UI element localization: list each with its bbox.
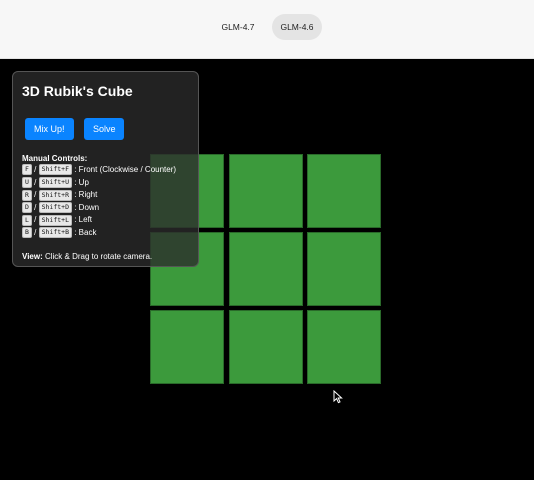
control-description: : Left: [74, 215, 93, 225]
cube-sticker: [229, 232, 303, 306]
control-row-down: D / Shift+D : Down: [22, 202, 189, 215]
control-row-right: R / Shift+R : Right: [22, 189, 189, 202]
key-badge: B: [22, 227, 32, 239]
view-label: View:: [22, 251, 43, 261]
control-description: : Down: [74, 202, 100, 212]
view-hint: View: Click & Drag to rotate camera.: [22, 252, 189, 261]
key-badge: F: [22, 164, 32, 176]
control-row-left: L / Shift+L : Left: [22, 214, 189, 227]
shift-key-badge: Shift+U: [38, 176, 72, 188]
shift-key-badge: Shift+F: [38, 164, 72, 176]
top-tab-bar: GLM-4.7 GLM-4.6: [0, 0, 534, 59]
panel-title: 3D Rubik's Cube: [22, 83, 133, 99]
key-badge: D: [22, 202, 32, 214]
solve-button[interactable]: Solve: [83, 118, 125, 140]
control-description: : Front (Clockwise / Counter): [74, 165, 177, 174]
shift-key-badge: Shift+B: [38, 227, 72, 239]
cube-sticker: [307, 154, 381, 228]
control-row-up: U / Shift+U : Up: [22, 176, 189, 190]
tab-glm-4-7[interactable]: GLM-4.7: [212, 14, 264, 40]
cube-sticker: [307, 310, 381, 384]
cube-sticker: [150, 310, 224, 384]
control-panel: 3D Rubik's Cube Mix Up! Solve Manual Con…: [12, 71, 199, 267]
key-badge: L: [22, 214, 32, 226]
cube-sticker: [307, 232, 381, 306]
mix-up-button[interactable]: Mix Up!: [25, 118, 74, 140]
control-description: : Right: [74, 190, 98, 200]
control-description: : Back: [74, 227, 97, 237]
shift-key-badge: Shift+R: [38, 189, 72, 201]
controls-heading: Manual Controls:: [22, 154, 88, 163]
control-description: : Up: [74, 177, 89, 187]
tab-glm-4-6[interactable]: GLM-4.6: [272, 14, 322, 40]
shift-key-badge: Shift+L: [38, 214, 72, 226]
control-row-back: B / Shift+B : Back: [22, 227, 189, 240]
button-row: Mix Up! Solve: [22, 118, 189, 140]
cube-sticker: [229, 154, 303, 228]
shift-key-badge: Shift+D: [38, 202, 72, 214]
cube-sticker: [229, 310, 303, 384]
key-badge: U: [22, 176, 32, 188]
key-badge: R: [22, 189, 32, 201]
mouse-pointer-icon: [333, 390, 343, 404]
control-row-front: F / Shift+F : Front (Clockwise / Counter…: [22, 164, 189, 177]
view-text: Click & Drag to rotate camera.: [42, 251, 153, 261]
